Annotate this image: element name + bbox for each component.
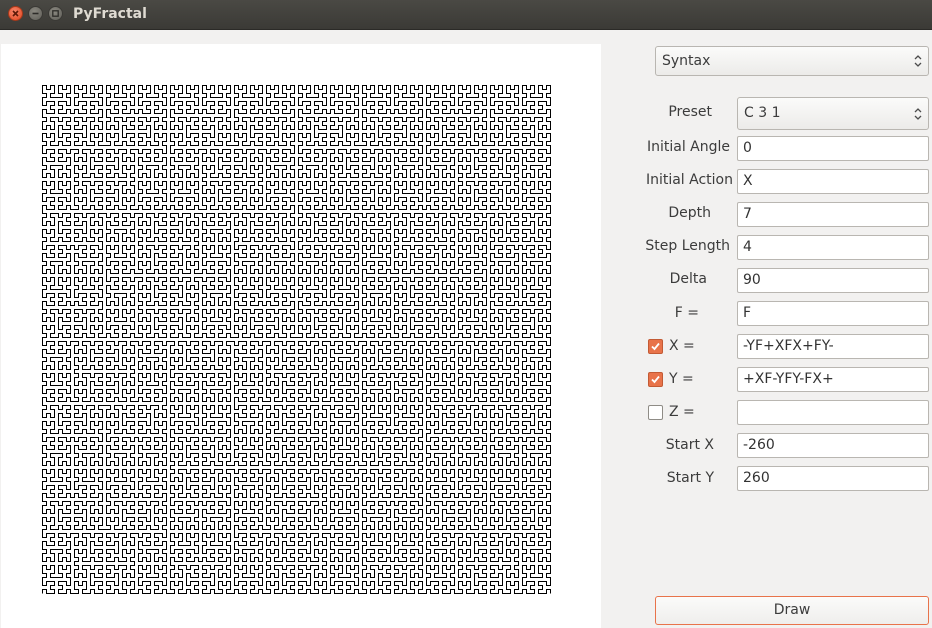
maximize-icon <box>52 10 59 17</box>
close-window-button[interactable] <box>8 6 23 21</box>
initial-angle-input[interactable]: 0 <box>737 136 929 161</box>
y-rule-label: Y = <box>669 371 694 387</box>
preset-combo[interactable]: C 3 1 <box>737 97 929 130</box>
draw-button[interactable]: Draw <box>655 596 929 625</box>
updown-arrows-icon <box>914 108 922 120</box>
fractal-curve <box>42 85 551 594</box>
step-length-label: Step Length <box>645 238 730 254</box>
step-length-input[interactable]: 4 <box>737 235 929 260</box>
title-bar: PyFractal <box>0 0 932 30</box>
start-y-label: Start Y <box>666 470 714 486</box>
start-x-input[interactable]: -260 <box>737 433 929 458</box>
checkmark-icon <box>651 342 660 351</box>
z-rule-label: Z = <box>669 404 695 420</box>
y-rule-input[interactable]: +XF-YFY-FX+ <box>737 367 929 392</box>
fractal-canvas[interactable] <box>1 44 601 628</box>
initial-angle-label: Initial Angle <box>646 139 730 155</box>
close-icon <box>12 10 19 17</box>
delta-input[interactable]: 90 <box>737 268 929 293</box>
x-rule-label: X = <box>669 338 695 354</box>
checkmark-icon <box>651 375 660 384</box>
initial-action-label: Initial Action <box>645 172 733 188</box>
preset-combo-value: C 3 1 <box>744 105 781 121</box>
f-rule-input[interactable]: F <box>737 301 929 326</box>
z-rule-checkbox[interactable] <box>648 405 663 420</box>
initial-action-input[interactable]: X <box>737 169 929 194</box>
start-y-input[interactable]: 260 <box>737 466 929 491</box>
x-rule-checkbox[interactable] <box>648 339 663 354</box>
window-title: PyFractal <box>73 6 147 22</box>
start-x-label: Start X <box>665 437 714 453</box>
syntax-combo[interactable]: Syntax <box>655 46 929 76</box>
x-rule-input[interactable]: -YF+XFX+FY- <box>737 334 929 359</box>
z-rule-input[interactable] <box>737 400 929 425</box>
delta-label: Delta <box>669 271 707 287</box>
minimize-window-button[interactable] <box>28 6 43 21</box>
fractal-drawing <box>42 85 551 594</box>
minimize-icon <box>32 12 39 15</box>
maximize-window-button[interactable] <box>48 6 63 21</box>
preset-label: Preset <box>668 104 712 120</box>
updown-arrows-icon <box>914 55 922 67</box>
syntax-combo-value: Syntax <box>662 53 711 69</box>
depth-input[interactable]: 7 <box>737 202 929 227</box>
y-rule-checkbox[interactable] <box>648 372 663 387</box>
depth-label: Depth <box>668 205 711 221</box>
f-rule-label: F = <box>674 305 699 321</box>
